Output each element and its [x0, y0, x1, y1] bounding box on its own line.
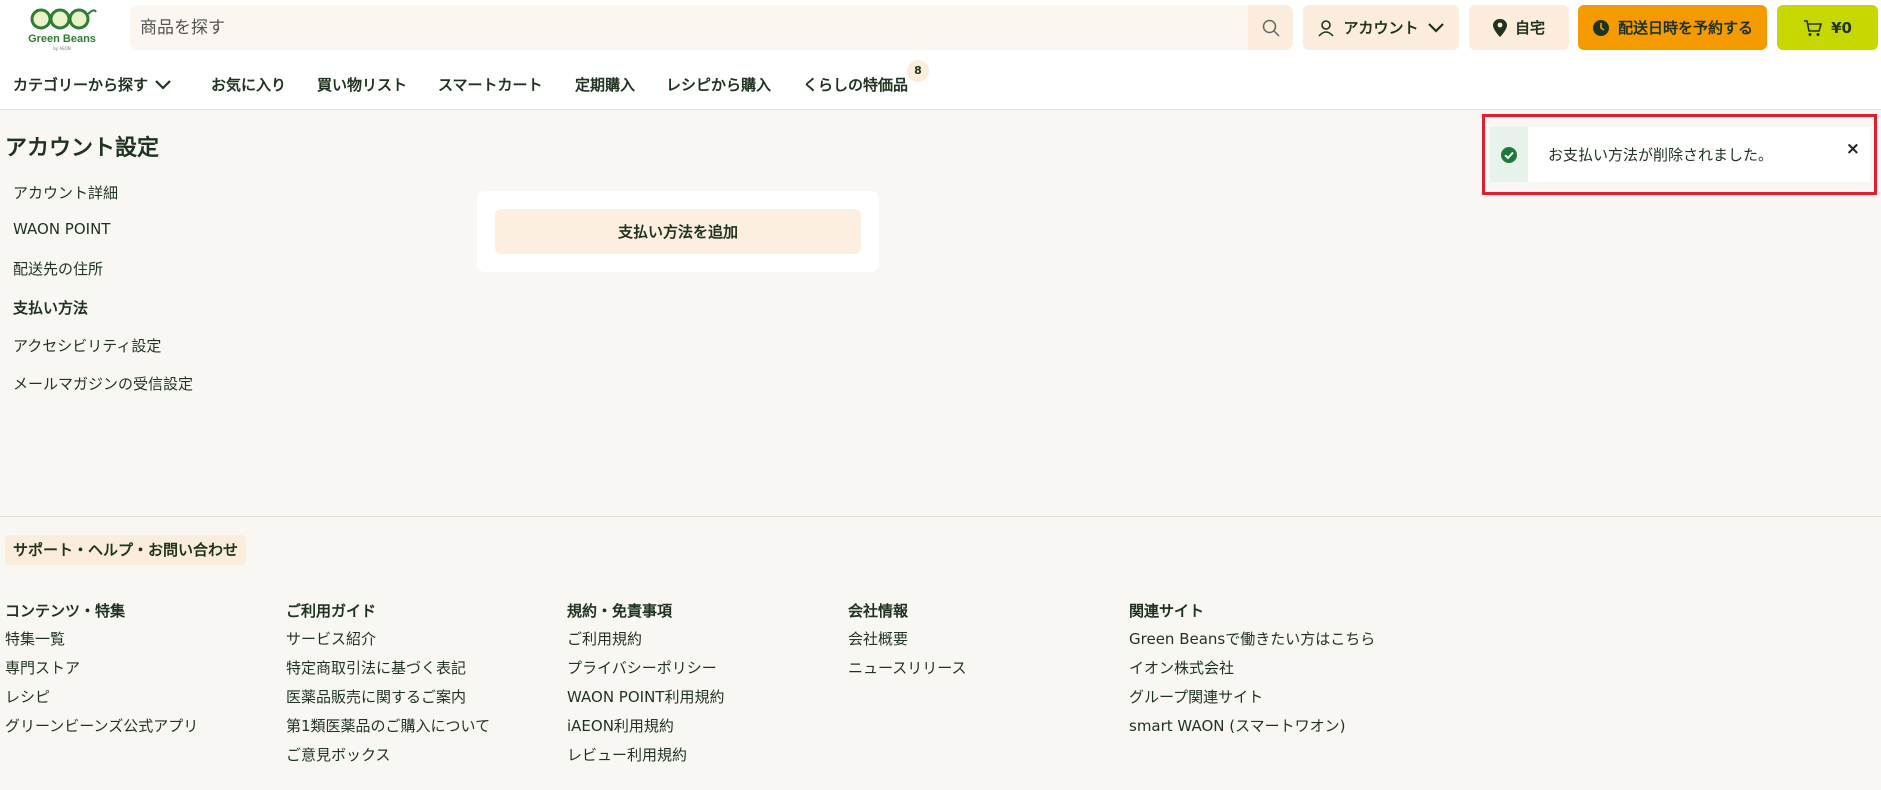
footer-link[interactable]: グループ関連サイト — [1129, 687, 1399, 716]
footer-link[interactable]: 専門ストア — [5, 658, 275, 687]
side-item-payment-methods[interactable]: 支払い方法 — [13, 297, 88, 318]
special-deals-badge: 8 — [907, 60, 929, 82]
footer-column-company: 会社情報 会社概要 ニュースリリース — [848, 601, 1118, 687]
footer-column-title: 関連サイト — [1129, 602, 1205, 620]
side-item-shipping-address[interactable]: 配送先の住所 — [13, 258, 103, 279]
cart-total: ¥0 — [1831, 18, 1852, 37]
nav-category-label: カテゴリーから探す — [13, 76, 149, 94]
footer-link[interactable]: 特定商取引法に基づく表記 — [286, 658, 556, 687]
user-icon — [1318, 19, 1335, 37]
close-icon[interactable]: × — [1846, 139, 1860, 159]
nav-special-deals[interactable]: くらしの特価品 — [803, 74, 908, 95]
side-item-account-details[interactable]: アカウント詳細 — [13, 182, 118, 203]
delivery-address-button[interactable]: 自宅 — [1469, 5, 1569, 50]
footer-column-guide: ご利用ガイド サービス紹介 特定商取引法に基づく表記 医薬品販売に関するご案内 … — [286, 601, 556, 774]
footer-column-contents: コンテンツ・特集 特集一覧 専門ストア レシピ グリーンビーンズ公式アプリ — [5, 601, 275, 745]
page-title: アカウント設定 — [5, 136, 160, 161]
footer-link[interactable]: 第1類医薬品のご購入について — [286, 716, 556, 745]
footer-link[interactable]: プライバシーポリシー — [567, 658, 837, 687]
home-label: 自宅 — [1514, 19, 1545, 37]
footer-divider — [0, 516, 1881, 517]
footer-link[interactable]: グリーンビーンズ公式アプリ — [5, 716, 275, 745]
footer-link[interactable]: ニュースリリース — [848, 658, 1118, 687]
footer-column-title: 規約・免責事項 — [567, 602, 673, 620]
side-item-accessibility[interactable]: アクセシビリティ設定 — [13, 335, 161, 356]
check-circle-icon — [1501, 146, 1517, 163]
nav-favorites[interactable]: お気に入り — [211, 74, 286, 95]
reserve-delivery-button[interactable]: 配送日時を予約する — [1578, 5, 1767, 50]
footer-link[interactable]: WAON POINT利用規約 — [567, 687, 837, 716]
footer-column-terms: 規約・免責事項 ご利用規約 プライバシーポリシー WAON POINT利用規約 … — [567, 601, 837, 774]
footer-column-title: ご利用ガイド — [286, 602, 377, 620]
nav-smart-cart[interactable]: スマートカート — [438, 74, 543, 95]
footer-link[interactable]: ご利用規約 — [567, 629, 837, 658]
footer-link[interactable]: 医薬品販売に関するご案内 — [286, 687, 556, 716]
cart-icon — [1804, 19, 1823, 36]
search-bar — [130, 5, 1293, 50]
main-nav: カテゴリーから探す お気に入り 買い物リスト スマートカート 定期購入 レシピか… — [0, 60, 1000, 102]
footer-column-related: 関連サイト Green Beansで働きたい方はこちら イオン株式会社 グループ… — [1129, 601, 1399, 745]
side-item-newsletter[interactable]: メールマガジンの受信設定 — [13, 373, 193, 394]
footer-link[interactable]: ご意見ボックス — [286, 745, 556, 774]
footer-link[interactable]: レビュー利用規約 — [567, 745, 837, 774]
location-pin-icon — [1492, 18, 1507, 37]
payment-methods-card: 支払い方法を追加 — [477, 191, 879, 272]
footer-link[interactable]: レシピ — [5, 687, 275, 716]
footer-column-title: コンテンツ・特集 — [5, 602, 126, 620]
toast-message: お支払い方法が削除されました。 — [1548, 146, 1774, 164]
add-payment-method-button[interactable]: 支払い方法を追加 — [495, 209, 861, 254]
logo-text: Green Beans — [28, 33, 96, 45]
logo-subtext: by AEON — [53, 46, 71, 51]
delivery-label: 配送日時を予約する — [1617, 19, 1753, 37]
side-item-waon-point[interactable]: WAON POINT — [13, 220, 110, 238]
footer-link[interactable]: Green Beansで働きたい方はこちら — [1129, 629, 1399, 658]
footer-link[interactable]: サービス紹介 — [286, 629, 556, 658]
cart-button[interactable]: ¥0 — [1777, 5, 1878, 50]
chevron-down-icon — [155, 79, 171, 90]
nav-recipe[interactable]: レシピから購入 — [666, 74, 771, 95]
success-toast: お支払い方法が削除されました。 × — [1490, 127, 1870, 182]
nav-category[interactable]: カテゴリーから探す — [13, 74, 172, 95]
footer-link[interactable]: 特集一覧 — [5, 629, 275, 658]
site-header: Green Beans by AEON アカウント 自宅 — [0, 0, 1881, 110]
chevron-down-icon — [1427, 22, 1444, 33]
nav-shopping-list[interactable]: 買い物リスト — [317, 74, 407, 95]
support-help-contact-link[interactable]: サポート・ヘルプ・お問い合わせ — [5, 535, 247, 565]
beans-logo-icon — [30, 8, 97, 30]
account-label: アカウント — [1343, 19, 1419, 37]
green-beans-logo[interactable]: Green Beans by AEON — [26, 6, 98, 51]
footer-link[interactable]: iAEON利用規約 — [567, 716, 837, 745]
account-button[interactable]: アカウント — [1303, 5, 1459, 50]
footer-column-title: 会社情報 — [848, 602, 909, 620]
footer-link[interactable]: smart WAON (スマートワオン) — [1129, 716, 1399, 745]
search-button[interactable] — [1248, 5, 1293, 50]
nav-subscription[interactable]: 定期購入 — [575, 74, 635, 95]
footer-link[interactable]: イオン株式会社 — [1129, 658, 1399, 687]
search-input[interactable] — [130, 5, 1248, 50]
toast-icon-area — [1490, 127, 1528, 182]
clock-icon — [1592, 19, 1609, 36]
footer-link[interactable]: 会社概要 — [848, 629, 1118, 658]
search-icon — [1262, 19, 1280, 37]
